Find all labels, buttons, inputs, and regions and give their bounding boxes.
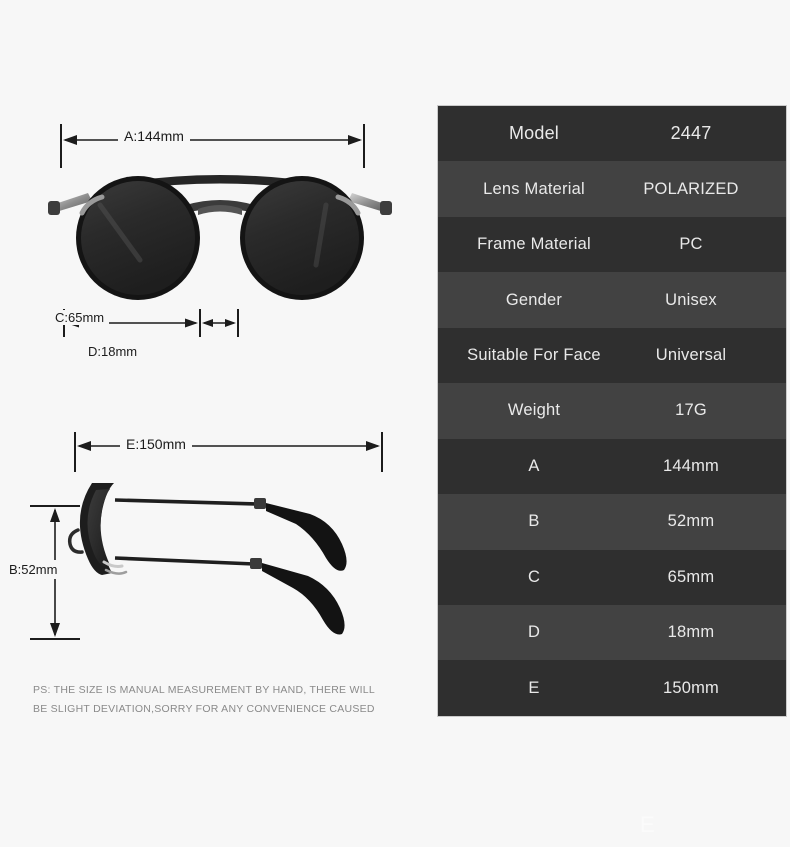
spec-label: Gender [505,290,563,309]
diagram-column: A:144mm C:65mm D:18mm E:150mm B:52mm PS:… [0,0,432,847]
specification-table: Model 2447 Lens Material POLARIZED Frame Mat… [438,106,786,716]
spec-value: 65mm [667,567,715,586]
table-row: Lens Material POLARIZED [438,161,786,217]
disclaimer-line-1: PS: THE SIZE IS MANUAL MEASUREMENT BY HA… [33,684,375,696]
spec-value: 2447 [670,123,712,144]
product-spec-page: A:144mm C:65mm D:18mm E:150mm B:52mm PS:… [0,0,790,847]
table-row: Suitable For Face Universal [438,327,786,384]
spec-label: E [528,678,540,697]
spec-value: 144mm [662,456,720,475]
spec-label: C [527,567,541,586]
spec-label: B [528,512,540,531]
spec-value: POLARIZED [643,179,739,198]
table-row: Gender Unisex [438,272,786,328]
spec-value: 18mm [667,623,715,642]
table-row: Model 2447 [438,106,786,162]
table-row: A 144mm [438,438,786,495]
spec-value: 17G [675,401,707,420]
table-row: Weight 17G [438,383,786,439]
table-row: B 52mm [438,494,786,550]
sunglasses-front-view-image [48,175,392,300]
watermark-text: E [640,812,655,837]
sunglasses-side-view-image [67,483,347,635]
spec-label: A [528,456,540,475]
disclaimer-line-2: BE SLIGHT DEVIATION,SORRY FOR ANY CONVEN… [33,703,375,715]
spec-value: 52mm [667,512,715,531]
spec-label: Lens Material [483,179,585,198]
measurement-disclaimer: PS: THE SIZE IS MANUAL MEASUREMENT BY HA… [33,681,393,719]
table-row: Frame Material PC [438,216,786,273]
spec-value: 150mm [662,678,720,697]
dimension-label-a: A:144mm [118,128,190,144]
spec-label: D [527,623,541,642]
spec-label: Model [508,123,560,144]
spec-value: PC [679,235,703,254]
table-row: D 18mm [438,604,786,661]
spec-label: Suitable For Face [467,345,601,364]
table-row: C 65mm [438,549,786,605]
spec-label: Weight [507,401,561,420]
spec-value: Universal [655,345,727,364]
dimension-label-e: E:150mm [120,436,192,452]
spec-value: Unisex [665,290,717,309]
table-row: E 150mm [438,660,786,716]
spec-label: Frame Material [477,235,591,254]
dimension-line-e [74,432,383,472]
dimension-label-c: C:65mm [50,310,110,325]
dimension-label-d: D:18mm [88,344,138,359]
